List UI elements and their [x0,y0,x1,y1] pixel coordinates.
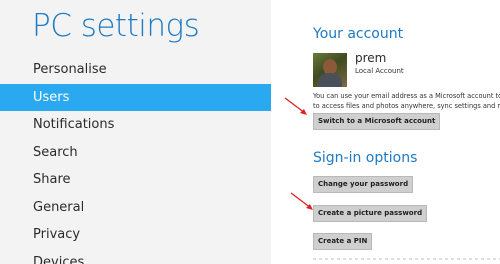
account-description-line-2: to access files and photos anywhere, syn… [313,102,500,110]
avatar-body [318,73,342,87]
account-type-label: Local Account [355,67,404,75]
annotation-arrow-icon [284,97,307,115]
create-picture-password-button[interactable]: Create a picture password [313,205,428,222]
pc-settings-window: PC settings Personalise Users Notificati… [0,0,500,264]
nav-item-users[interactable]: Users [0,83,271,111]
nav-list: Personalise Users Notifications Search S… [0,56,271,264]
create-pin-button[interactable]: Create a PIN [313,233,373,250]
cut-off-text-line [313,258,500,260]
page-title: PC settings [32,8,200,44]
nav-item-devices[interactable]: Devices [0,249,271,264]
change-password-button[interactable]: Change your password [313,176,414,193]
nav-item-search[interactable]: Search [0,139,271,167]
switch-to-microsoft-account-button[interactable]: Switch to a Microsoft account [313,113,441,130]
settings-nav-pane: PC settings Personalise Users Notificati… [0,0,271,264]
nav-item-personalise[interactable]: Personalise [0,56,271,84]
settings-content-pane: Your account prem Local Account You can … [271,0,500,264]
your-account-heading: Your account [313,26,404,42]
nav-item-general[interactable]: General [0,194,271,222]
sign-in-options-heading: Sign-in options [313,150,418,166]
account-description-line-1: You can use your email address as a Micr… [313,92,500,100]
nav-item-share[interactable]: Share [0,166,271,194]
account-description: You can use your email address as a Micr… [313,91,500,111]
avatar [313,53,347,87]
user-name: prem [355,51,387,65]
nav-item-privacy[interactable]: Privacy [0,221,271,249]
annotation-arrow-icon [290,192,313,210]
nav-item-notifications[interactable]: Notifications [0,111,271,139]
